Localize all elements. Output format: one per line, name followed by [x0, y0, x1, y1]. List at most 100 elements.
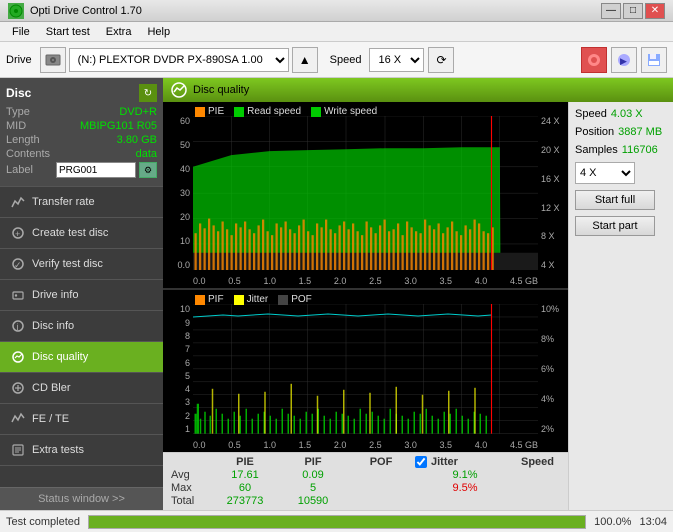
maximize-button[interactable]: □	[623, 3, 643, 19]
right-controls: Speed 4.03 X Position 3887 MB Samples 11…	[568, 102, 673, 510]
eject-button[interactable]: ▲	[292, 47, 318, 73]
type-value: DVD+R	[119, 106, 157, 118]
speed-select[interactable]: 16 X	[369, 48, 424, 72]
menu-file[interactable]: File	[4, 24, 38, 40]
close-button[interactable]: ✕	[645, 3, 665, 19]
y-label: 50	[163, 140, 193, 150]
bottom-bar: Test completed 100.0% 13:04	[0, 510, 673, 532]
start-part-button[interactable]: Start part	[575, 216, 655, 236]
jitter-avg: 9.1%	[415, 469, 515, 481]
label-input[interactable]	[56, 162, 136, 178]
pof-max	[347, 482, 415, 494]
read-speed-legend-color	[234, 107, 244, 117]
sidebar-item-verify-test-disc[interactable]: ✓ Verify test disc	[0, 249, 163, 280]
menu-start-test[interactable]: Start test	[38, 24, 98, 40]
jitter-max: 9.5%	[415, 482, 515, 494]
minimize-button[interactable]: —	[601, 3, 621, 19]
start-full-button[interactable]: Start full	[575, 190, 655, 210]
drive-select[interactable]: (N:) PLEXTOR DVDR PX-890SA 1.00	[69, 48, 289, 72]
y-right-label: 20 X	[538, 145, 568, 155]
sidebar-item-label: Verify test disc	[32, 258, 103, 270]
bottom-chart-x-axis: 0.0 0.5 1.0 1.5 2.0 2.5 3.0 3.5 4.0 4.5 …	[193, 440, 538, 450]
total-label: Total	[171, 495, 211, 507]
position-label: Position	[575, 126, 614, 138]
window-controls: — □ ✕	[601, 3, 665, 19]
stats-header-pie: PIE	[211, 456, 279, 468]
pof-legend-label: POF	[291, 294, 312, 305]
pif-avg: 0.09	[279, 469, 347, 481]
speed-label: Speed	[330, 54, 362, 66]
pie-legend-color	[195, 107, 205, 117]
y-right-label: 8 X	[538, 231, 568, 241]
stats-avg-row: Avg 17.61 0.09 9.1%	[171, 469, 560, 481]
disc-label-label: Label	[6, 164, 33, 176]
burn-button[interactable]: ▶	[611, 47, 637, 73]
quality-speed-select[interactable]: 4 X	[575, 162, 635, 184]
sidebar-item-create-test-disc[interactable]: + Create test disc	[0, 218, 163, 249]
disc-erase-button[interactable]	[581, 47, 607, 73]
sidebar-item-label: Disc info	[32, 320, 74, 332]
jitter-checkbox[interactable]	[415, 456, 427, 468]
sidebar-item-label: Extra tests	[32, 444, 84, 456]
x-label: 1.0	[263, 276, 276, 286]
status-window-button[interactable]: Status window >>	[0, 487, 163, 510]
mid-label: MID	[6, 120, 26, 132]
label-settings-button[interactable]: ⚙	[139, 162, 157, 178]
disc-info-panel: Disc ↻ Type DVD+R MID MBIPG101 R05 Lengt…	[0, 78, 163, 187]
extra-tests-icon	[10, 442, 26, 458]
y-label: 3	[163, 397, 193, 407]
sidebar-item-label: Create test disc	[32, 227, 108, 239]
sidebar-item-extra-tests[interactable]: Extra tests	[0, 435, 163, 466]
pof-legend-color	[278, 295, 288, 305]
pif-max: 5	[279, 482, 347, 494]
disc-refresh-button[interactable]: ↻	[139, 84, 157, 102]
refresh-button[interactable]: ⟳	[428, 47, 454, 73]
y-right-label: 6%	[538, 364, 568, 374]
type-label: Type	[6, 106, 30, 118]
menu-extra[interactable]: Extra	[98, 24, 140, 40]
x-label: 4.5 GB	[510, 440, 538, 450]
sidebar-item-label: FE / TE	[32, 413, 69, 425]
sidebar-item-disc-quality[interactable]: Disc quality	[0, 342, 163, 373]
pie-avg: 17.61	[211, 469, 279, 481]
sidebar-item-drive-info[interactable]: Drive info	[0, 280, 163, 311]
verify-disc-icon: ✓	[10, 256, 26, 272]
stats-total-row: Total 273773 10590	[171, 495, 560, 507]
x-label: 0.5	[228, 440, 241, 450]
x-label: 2.5	[369, 276, 382, 286]
y-label: 20	[163, 212, 193, 222]
sidebar-item-transfer-rate[interactable]: Transfer rate	[0, 187, 163, 218]
sidebar-item-fe-te[interactable]: FE / TE	[0, 404, 163, 435]
bottom-chart-y-axis-left: 10 9 8 7 6 5 4 3 2 1	[163, 304, 193, 434]
x-label: 0.0	[193, 440, 206, 450]
pif-legend-color	[195, 295, 205, 305]
stats-header-row: PIE PIF POF Jitter Speed	[171, 456, 560, 468]
x-label: 4.5 GB	[510, 276, 538, 286]
time-label: 13:04	[639, 516, 667, 528]
progress-label: 100.0%	[594, 516, 631, 528]
y-label: 10	[163, 236, 193, 246]
disc-panel-title: Disc	[6, 86, 31, 100]
stats-header-pof: POF	[347, 456, 415, 468]
sidebar-item-cd-bler[interactable]: CD Bler	[0, 373, 163, 404]
x-label: 2.0	[334, 440, 347, 450]
pie-total: 273773	[211, 495, 279, 507]
disc-quality-icon	[10, 349, 26, 365]
stats-max-row: Max 60 5 9.5%	[171, 482, 560, 494]
write-speed-legend-color	[311, 107, 321, 117]
svg-text:▶: ▶	[620, 56, 627, 66]
y-right-label: 24 X	[538, 116, 568, 126]
pif-legend-label: PIF	[208, 294, 224, 305]
sidebar-item-disc-info[interactable]: i Disc info	[0, 311, 163, 342]
title-bar: Opti Drive Control 1.70 — □ ✕	[0, 0, 673, 22]
disc-quality-panel-icon	[171, 82, 187, 98]
x-label: 1.5	[299, 440, 312, 450]
speed-label: Speed	[575, 108, 607, 120]
main-area: Disc quality PIE Read speed	[163, 78, 673, 510]
y-right-label: 4 X	[538, 260, 568, 270]
y-label: 2	[163, 411, 193, 421]
drive-icon-btn[interactable]	[40, 47, 66, 73]
speed-value: 4.03 X	[611, 108, 643, 120]
save-button[interactable]	[641, 47, 667, 73]
menu-help[interactable]: Help	[139, 24, 178, 40]
